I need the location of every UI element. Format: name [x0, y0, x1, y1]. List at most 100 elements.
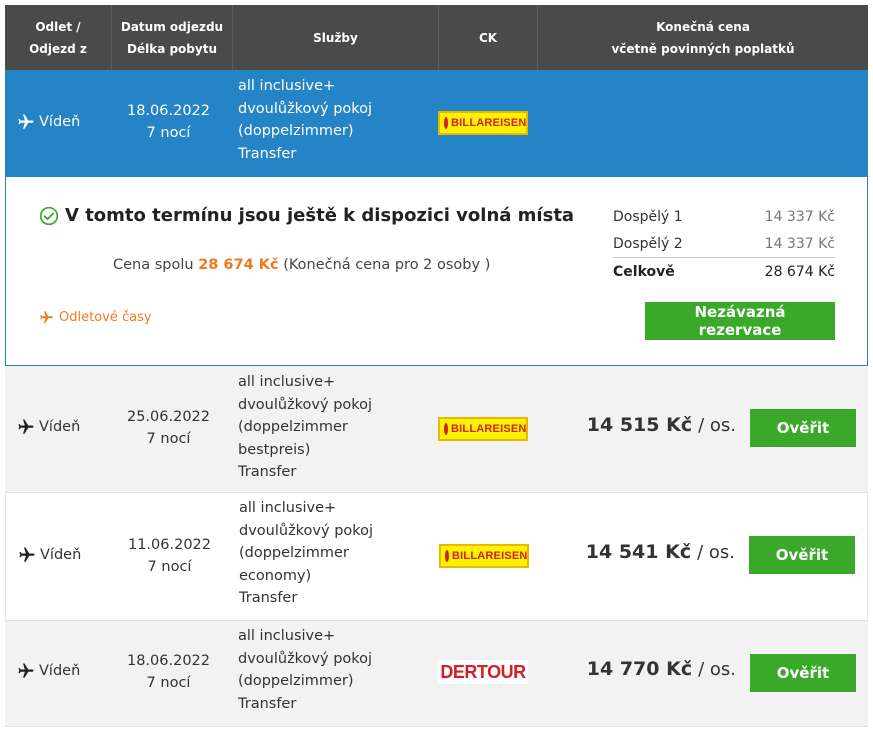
departure-city: Vídeň	[39, 114, 81, 130]
breakdown-value: 14 337 Kč	[764, 208, 835, 225]
departure-date: 11.06.2022	[127, 537, 212, 553]
service-line: Transfer	[238, 464, 297, 480]
operator-logo-billa-reisen: BILLA REISEN	[438, 111, 528, 135]
price-amount: 14 770 Kč	[586, 658, 693, 680]
header-departure-line2: Odjezd z	[29, 41, 87, 56]
header-operator-label: CK	[478, 30, 498, 45]
service-line: dvoulůžkový pokoj	[238, 100, 373, 117]
service-line: (doppelzimmer)	[238, 673, 354, 689]
plane-icon	[18, 114, 34, 129]
header-operator: CK	[438, 5, 537, 70]
price-amount: 14 515 Kč	[586, 414, 693, 436]
service-line: all inclusive+	[238, 78, 336, 94]
header-services: Služby	[232, 5, 438, 70]
header-date-line1: Datum odjezdu	[120, 19, 224, 34]
price-unit: / os.	[697, 542, 735, 563]
table-row-selected[interactable]: Vídeň 18.06.2022 7 nocí all inclusive+ d…	[5, 70, 868, 176]
verify-button[interactable]: Ověřit	[750, 409, 856, 447]
services-cell: all inclusive+ dvoulůžkový pokoj (doppel…	[239, 497, 434, 610]
departure-date: 18.06.2022	[126, 103, 211, 119]
service-line: dvoulůžkový pokoj	[238, 396, 373, 413]
service-line: all inclusive+	[239, 500, 337, 516]
departure-cell: Vídeň	[17, 113, 80, 131]
reisen-logo-text: REISEN	[485, 550, 528, 562]
stay-length: 7 nocí	[146, 431, 191, 447]
billa-logo-icon	[444, 117, 448, 129]
billa-logo-icon	[445, 550, 449, 562]
header-services-label: Služby	[313, 30, 358, 45]
operator-logo-billa-reisen: BILLA REISEN	[438, 417, 528, 441]
plane-icon	[18, 419, 34, 434]
breakdown-total-value: 28 674 Kč	[764, 263, 835, 280]
price-unit: / os.	[698, 415, 736, 436]
plane-icon	[18, 663, 34, 678]
services-cell: all inclusive+ dvoulůžkový pokoj (doppel…	[238, 371, 433, 484]
table-row[interactable]: Vídeň 18.06.2022 7 nocí all inclusive+ d…	[5, 621, 868, 727]
total-price-line: Cena spolu 28 674 Kč (Konečná cena pro 2…	[113, 257, 490, 273]
billa-logo-text: BILLA	[451, 117, 485, 129]
header-price-line1: Konečná cena	[656, 19, 750, 34]
total-amount: 28 674 Kč	[198, 257, 279, 273]
service-line: all inclusive+	[238, 628, 336, 644]
availability-text: V tomto termínu jsou ještě k dispozici v…	[65, 205, 575, 226]
total-suffix: (Konečná cena pro 2 osoby )	[283, 257, 491, 273]
service-line: all inclusive+	[238, 374, 336, 390]
plane-icon	[40, 311, 53, 324]
search-results: Odlet / Odjezd z Datum odjezdu Délka pob…	[0, 0, 873, 731]
verify-button[interactable]: Ověřit	[750, 654, 856, 692]
service-line: economy)	[239, 567, 312, 584]
dertour-logo-text: DERTOUR	[440, 661, 526, 682]
header-price: Konečná cena včetně povinných poplatků	[537, 5, 868, 70]
services-cell: all inclusive+ dvoulůžkový pokoj (doppel…	[238, 625, 433, 715]
departure-date: 25.06.2022	[126, 409, 211, 425]
availability-panel: V tomto termínu jsou ještě k dispozici v…	[5, 176, 868, 366]
breakdown-total-label: Celkově	[613, 263, 675, 280]
breakdown-row: Dospělý 1 14 337 Kč	[613, 203, 835, 230]
check-circle-icon	[39, 206, 59, 225]
price-per-person: 14 770 Kč / os.	[587, 658, 736, 680]
header-date-line2: Délka pobytu	[127, 41, 217, 56]
reisen-logo-text: REISEN	[484, 423, 527, 435]
reisen-logo-text: REISEN	[484, 117, 527, 129]
table-row[interactable]: Vídeň 25.06.2022 7 nocí all inclusive+ d…	[5, 366, 868, 493]
breakdown-total-row: Celkově 28 674 Kč	[613, 257, 835, 285]
reservation-button[interactable]: Nezávazná rezervace	[645, 302, 835, 340]
service-line: (doppelzimmer)	[238, 123, 354, 139]
price-amount: 14 541 Kč	[585, 541, 692, 563]
total-prefix: Cena spolu	[113, 257, 194, 273]
departure-cell: Vídeň	[17, 662, 80, 680]
price-breakdown: Dospělý 1 14 337 Kč Dospělý 2 14 337 Kč …	[613, 203, 835, 285]
departure-cell: Vídeň	[17, 418, 80, 436]
service-line: bestpreis)	[238, 441, 311, 458]
price-per-person: 14 515 Kč / os.	[587, 414, 736, 436]
price-per-person: 14 541 Kč / os.	[586, 541, 735, 563]
availability-message: V tomto termínu jsou ještě k dispozici v…	[39, 205, 574, 226]
service-line: (doppelzimmer	[239, 545, 349, 561]
stay-length: 7 nocí	[146, 675, 191, 691]
billa-logo-text: BILLA	[452, 550, 486, 562]
stay-length: 7 nocí	[146, 125, 191, 141]
date-cell: 25.06.2022 7 nocí	[111, 406, 226, 450]
departure-city: Vídeň	[39, 419, 81, 435]
breakdown-row: Dospělý 2 14 337 Kč	[613, 230, 835, 257]
service-line: Transfer	[238, 695, 297, 712]
table-header: Odlet / Odjezd z Datum odjezdu Délka pob…	[5, 5, 868, 70]
breakdown-label: Dospělý 2	[613, 235, 683, 252]
flight-times-label: Odletové časy	[59, 310, 152, 325]
departure-city: Vídeň	[39, 663, 81, 679]
date-cell: 18.06.2022 7 nocí	[111, 650, 226, 694]
date-cell: 18.06.2022 7 nocí	[111, 100, 226, 144]
header-departure-line1: Odlet /	[35, 19, 81, 34]
service-line: dvoulůžkový pokoj	[239, 522, 374, 539]
header-departure: Odlet / Odjezd z	[5, 5, 111, 70]
header-date: Datum odjezdu Délka pobytu	[111, 5, 232, 70]
service-line: Transfer	[239, 590, 298, 606]
departure-date: 18.06.2022	[126, 653, 211, 669]
price-unit: / os.	[698, 659, 736, 680]
table-row[interactable]: Vídeň 11.06.2022 7 nocí all inclusive+ d…	[5, 493, 868, 621]
departure-city: Vídeň	[40, 547, 82, 563]
departure-cell: Vídeň	[18, 546, 81, 564]
breakdown-value: 14 337 Kč	[764, 235, 835, 252]
flight-times-link[interactable]: Odletové časy	[39, 310, 152, 325]
verify-button[interactable]: Ověřit	[749, 536, 855, 574]
